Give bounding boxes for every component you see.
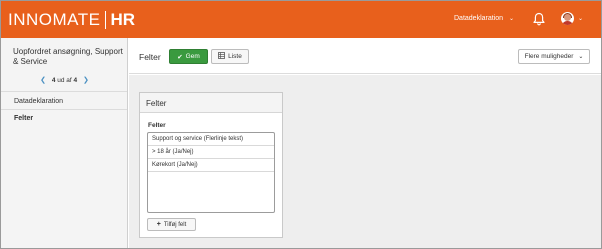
logo[interactable]: INNOMATE HR	[8, 10, 135, 30]
chevron-down-icon: ⌄	[578, 16, 584, 22]
list-label: Liste	[228, 53, 242, 60]
divider	[1, 109, 127, 110]
top-bar: INNOMATE HR Datadeklaration ⌄ ⌄	[1, 1, 601, 38]
job-title: Uopfordret ansøgning, Support & Service	[13, 47, 123, 66]
bell-icon[interactable]	[532, 12, 546, 26]
save-button[interactable]: ✔ Gem	[169, 49, 208, 64]
fields-listbox[interactable]: Support og service (Flerlinje tekst) > 1…	[147, 132, 275, 213]
panel-header: Felter	[140, 93, 282, 113]
logo-text: INNOMATE	[8, 10, 101, 29]
panel-title: Felter	[146, 99, 167, 108]
chevron-down-icon: ⌄	[509, 16, 515, 22]
add-field-label: Tilføj felt	[163, 221, 187, 228]
logo-divider	[105, 11, 107, 29]
pager: ❮ 4 ud af 4 ❯	[1, 76, 128, 84]
chevron-left-icon[interactable]: ❮	[40, 77, 46, 84]
avatar	[561, 12, 574, 25]
list-item[interactable]: Kørekort (Ja/Nej)	[148, 159, 274, 172]
pager-current: 4	[51, 77, 56, 84]
check-icon: ✔	[177, 53, 183, 61]
more-options-label: Flere muligheder	[524, 53, 574, 60]
list-item[interactable]: Support og service (Flerlinje tekst)	[148, 133, 274, 146]
chevron-right-icon[interactable]: ❯	[83, 77, 89, 84]
pager-total: 4	[73, 77, 78, 84]
toolbar: Felter ✔ Gem Liste Flere muligheder ⌄	[129, 38, 601, 74]
fields-label: Felter	[148, 122, 166, 129]
profile-menu[interactable]: ⌄	[561, 12, 583, 25]
list-icon	[218, 52, 226, 61]
list-item[interactable]: > 18 år (Ja/Nej)	[148, 146, 274, 159]
sidebar-item-datadeklaration[interactable]: Datadeklaration	[14, 98, 63, 105]
content-area: Felter Felter Support og service (Flerli…	[129, 75, 601, 248]
more-options-dropdown[interactable]: Flere muligheder ⌄	[518, 49, 590, 64]
add-field-button[interactable]: + Tilføj felt	[147, 218, 196, 231]
menu-label: Datadeklaration	[454, 15, 504, 22]
sidebar: Uopfordret ansøgning, Support & Service …	[1, 38, 128, 248]
page-title: Felter	[139, 52, 161, 62]
pager-of: ud af	[57, 77, 72, 84]
datadeklaration-menu[interactable]: Datadeklaration ⌄	[454, 15, 514, 22]
divider	[1, 91, 127, 92]
sidebar-item-felter[interactable]: Felter	[14, 115, 33, 122]
save-label: Gem	[185, 53, 200, 60]
plus-icon: +	[156, 221, 161, 228]
logo-suffix: HR	[110, 10, 136, 29]
list-button[interactable]: Liste	[211, 49, 249, 64]
app-window: INNOMATE HR Datadeklaration ⌄ ⌄ Uopfordre…	[0, 0, 602, 249]
chevron-down-icon: ⌄	[578, 54, 584, 60]
fields-panel: Felter Felter Support og service (Flerli…	[139, 92, 283, 238]
